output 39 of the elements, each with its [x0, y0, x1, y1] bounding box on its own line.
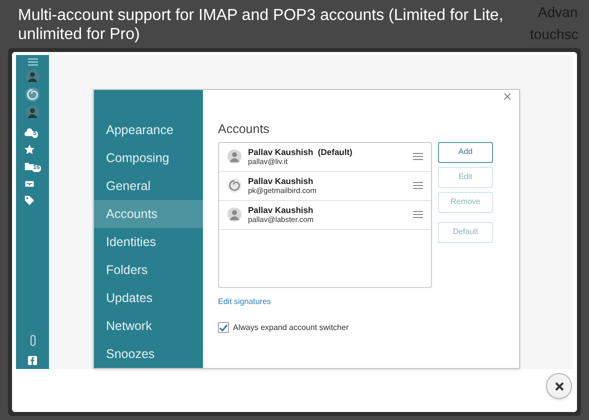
inbox-icon	[24, 178, 36, 189]
drag-handle-icon[interactable]	[413, 182, 423, 190]
star-icon	[24, 144, 36, 155]
spiral-avatar-icon	[227, 178, 242, 194]
settings-nav-item[interactable]: General	[94, 172, 203, 200]
person-avatar-icon	[227, 149, 242, 164]
settings-nav-item[interactable]: Folders	[94, 256, 203, 284]
spiral-avatar-icon	[25, 87, 40, 102]
close-icon[interactable]	[504, 93, 511, 100]
menu-icon	[28, 58, 38, 66]
account-name: Pallav Kaushish	[248, 176, 314, 186]
close-button[interactable]	[546, 373, 572, 399]
settings-nav-item[interactable]: Network	[94, 312, 203, 340]
account-action-button[interactable]: Add	[438, 142, 493, 163]
social-icon	[28, 356, 37, 365]
drag-handle-icon[interactable]	[413, 211, 423, 218]
settings-nav-item[interactable]: Snoozes	[94, 340, 203, 368]
folder-icon	[24, 161, 36, 172]
person-avatar-icon	[227, 207, 242, 222]
edit-signatures-link[interactable]: Edit signatures	[218, 296, 271, 308]
settings-nav-item[interactable]: Appearance	[94, 116, 203, 144]
section-heading: Accounts	[218, 121, 270, 138]
settings-nav-item[interactable]: Accounts	[94, 200, 203, 228]
person-avatar-icon	[25, 105, 40, 120]
settings-nav-item[interactable]: Composing	[94, 144, 203, 172]
checkmark-icon	[219, 324, 228, 332]
close-icon	[554, 382, 564, 390]
checkbox-label: Always expand account switcher	[233, 322, 349, 334]
tag-icon	[24, 195, 36, 206]
settings-nav-item[interactable]: Updates	[94, 284, 203, 312]
account-name: Pallav Kaushish (Default)	[248, 146, 354, 157]
drag-handle-icon[interactable]	[413, 153, 423, 160]
caption: Multi-account support for IMAP and POP3 accounts (Limited for Lite, unlimited for Pro)	[18, 6, 504, 45]
paperclip-icon	[30, 335, 36, 346]
person-avatar-icon	[25, 69, 40, 84]
settings-nav-item[interactable]: Identities	[94, 228, 203, 256]
account-name: Pallav Kaushish	[248, 204, 314, 215]
cloud-icon	[24, 127, 36, 138]
checkbox[interactable]	[218, 322, 229, 334]
